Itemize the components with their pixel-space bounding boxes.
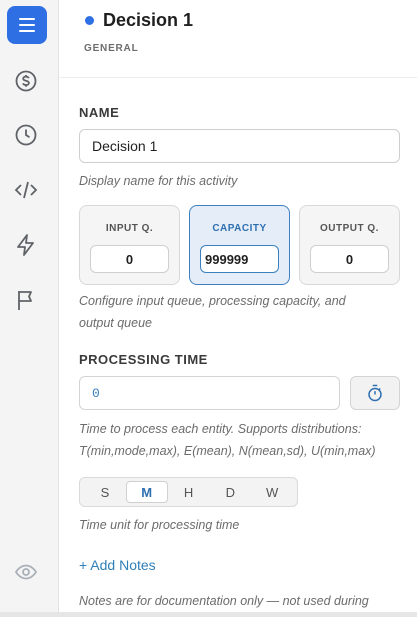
stopwatch-icon <box>368 384 382 402</box>
menu-icon <box>19 18 35 32</box>
timer-button[interactable] <box>350 376 400 410</box>
unit-days-button[interactable]: D <box>209 481 251 503</box>
name-input[interactable] <box>79 129 400 163</box>
unit-seconds-button[interactable]: S <box>84 481 126 503</box>
name-help: Display name for this activity <box>79 174 238 188</box>
notes-help: Notes are for documentation only — not u… <box>79 594 369 608</box>
capacity-card: CAPACITY <box>189 205 290 285</box>
input-queue-label: INPUT Q. <box>105 223 154 234</box>
input-queue-field[interactable] <box>90 245 169 273</box>
sidebar-item-flags[interactable] <box>13 287 39 313</box>
eye-icon <box>14 564 38 580</box>
sidebar-item-visibility[interactable] <box>13 559 39 585</box>
sidebar-item-code[interactable] <box>13 177 39 203</box>
dollar-icon <box>15 70 37 92</box>
clock-icon <box>15 124 37 146</box>
flag-icon <box>18 291 32 310</box>
bottom-scroll-edge <box>0 612 417 617</box>
capacity-label: CAPACITY <box>212 223 267 234</box>
processing-time-help-line-1: Time to process each entity. Supports di… <box>79 422 362 436</box>
panel-header: Decision 1 GENERAL <box>60 0 417 78</box>
sidebar <box>0 0 59 617</box>
status-dot <box>85 16 94 25</box>
queues-help-line-1: Configure input queue, processing capaci… <box>79 294 346 308</box>
page-title: Decision 1 <box>103 10 194 30</box>
capacity-field[interactable] <box>200 245 279 273</box>
output-queue-field[interactable] <box>310 245 389 273</box>
input-queue-card: INPUT Q. <box>79 205 180 285</box>
add-notes-link[interactable]: + Add Notes <box>79 557 156 573</box>
output-queue-card: OUTPUT Q. <box>299 205 400 285</box>
menu-button[interactable] <box>7 6 47 44</box>
processing-time-input[interactable] <box>79 376 340 410</box>
section-subtitle: GENERAL <box>84 43 139 54</box>
time-unit-help: Time unit for processing time <box>79 518 240 532</box>
sidebar-item-cost[interactable] <box>13 68 39 94</box>
sidebar-item-events[interactable] <box>13 232 39 258</box>
queues-help-line-2: output queue <box>79 316 152 330</box>
unit-weeks-button[interactable]: W <box>251 481 293 503</box>
time-unit-selector: S M H D W <box>79 477 298 507</box>
output-queue-label: OUTPUT Q. <box>320 223 379 234</box>
lightning-icon <box>17 234 34 256</box>
unit-minutes-button[interactable]: M <box>125 481 168 503</box>
unit-hours-button[interactable]: H <box>168 481 210 503</box>
processing-time-label: PROCESSING TIME <box>79 352 208 367</box>
processing-time-help-line-2: T(min,mode,max), E(mean), N(mean,sd), U(… <box>79 444 376 458</box>
name-label: NAME <box>79 105 120 120</box>
sidebar-item-time[interactable] <box>13 122 39 148</box>
code-icon <box>14 181 38 199</box>
